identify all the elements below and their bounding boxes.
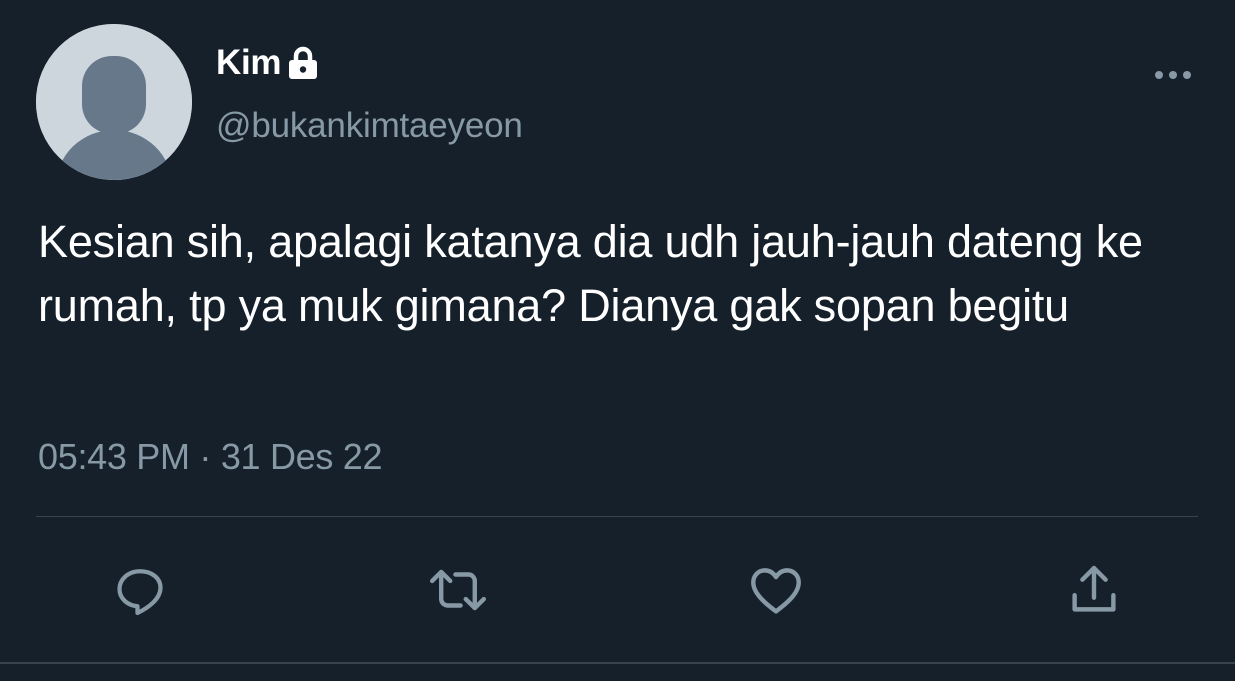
more-options-button[interactable]	[1150, 62, 1196, 88]
heart-icon	[751, 568, 801, 614]
retweet-button[interactable]	[426, 558, 490, 622]
tweet-card: Kim @bukankimtaeyeon Kesian sih, apalagi…	[0, 0, 1235, 681]
tweet-date: 31 Des 22	[220, 436, 383, 477]
default-avatar-icon	[36, 24, 192, 180]
bottom-divider	[0, 662, 1235, 664]
divider	[36, 516, 1198, 517]
user-handle[interactable]: @bukankimtaeyeon	[216, 106, 523, 146]
tweet-timestamp[interactable]: 05:43 PM · 31 Des 22	[38, 436, 383, 478]
share-button[interactable]	[1062, 558, 1126, 622]
avatar[interactable]	[36, 24, 192, 180]
share-icon	[1072, 565, 1116, 612]
tweet-text: Kesian sih, apalagi katanya dia udh jauh…	[38, 216, 1156, 331]
display-name[interactable]: Kim	[216, 43, 282, 83]
timestamp-separator: ·	[199, 436, 212, 477]
like-button[interactable]	[744, 558, 808, 622]
user-name-row: Kim	[216, 40, 319, 86]
reply-icon	[117, 569, 163, 616]
tweet-time: 05:43 PM	[38, 436, 190, 477]
retweet-icon	[429, 569, 487, 611]
reply-button[interactable]	[108, 558, 172, 622]
more-icon	[1155, 71, 1191, 79]
lock-icon	[287, 46, 319, 80]
